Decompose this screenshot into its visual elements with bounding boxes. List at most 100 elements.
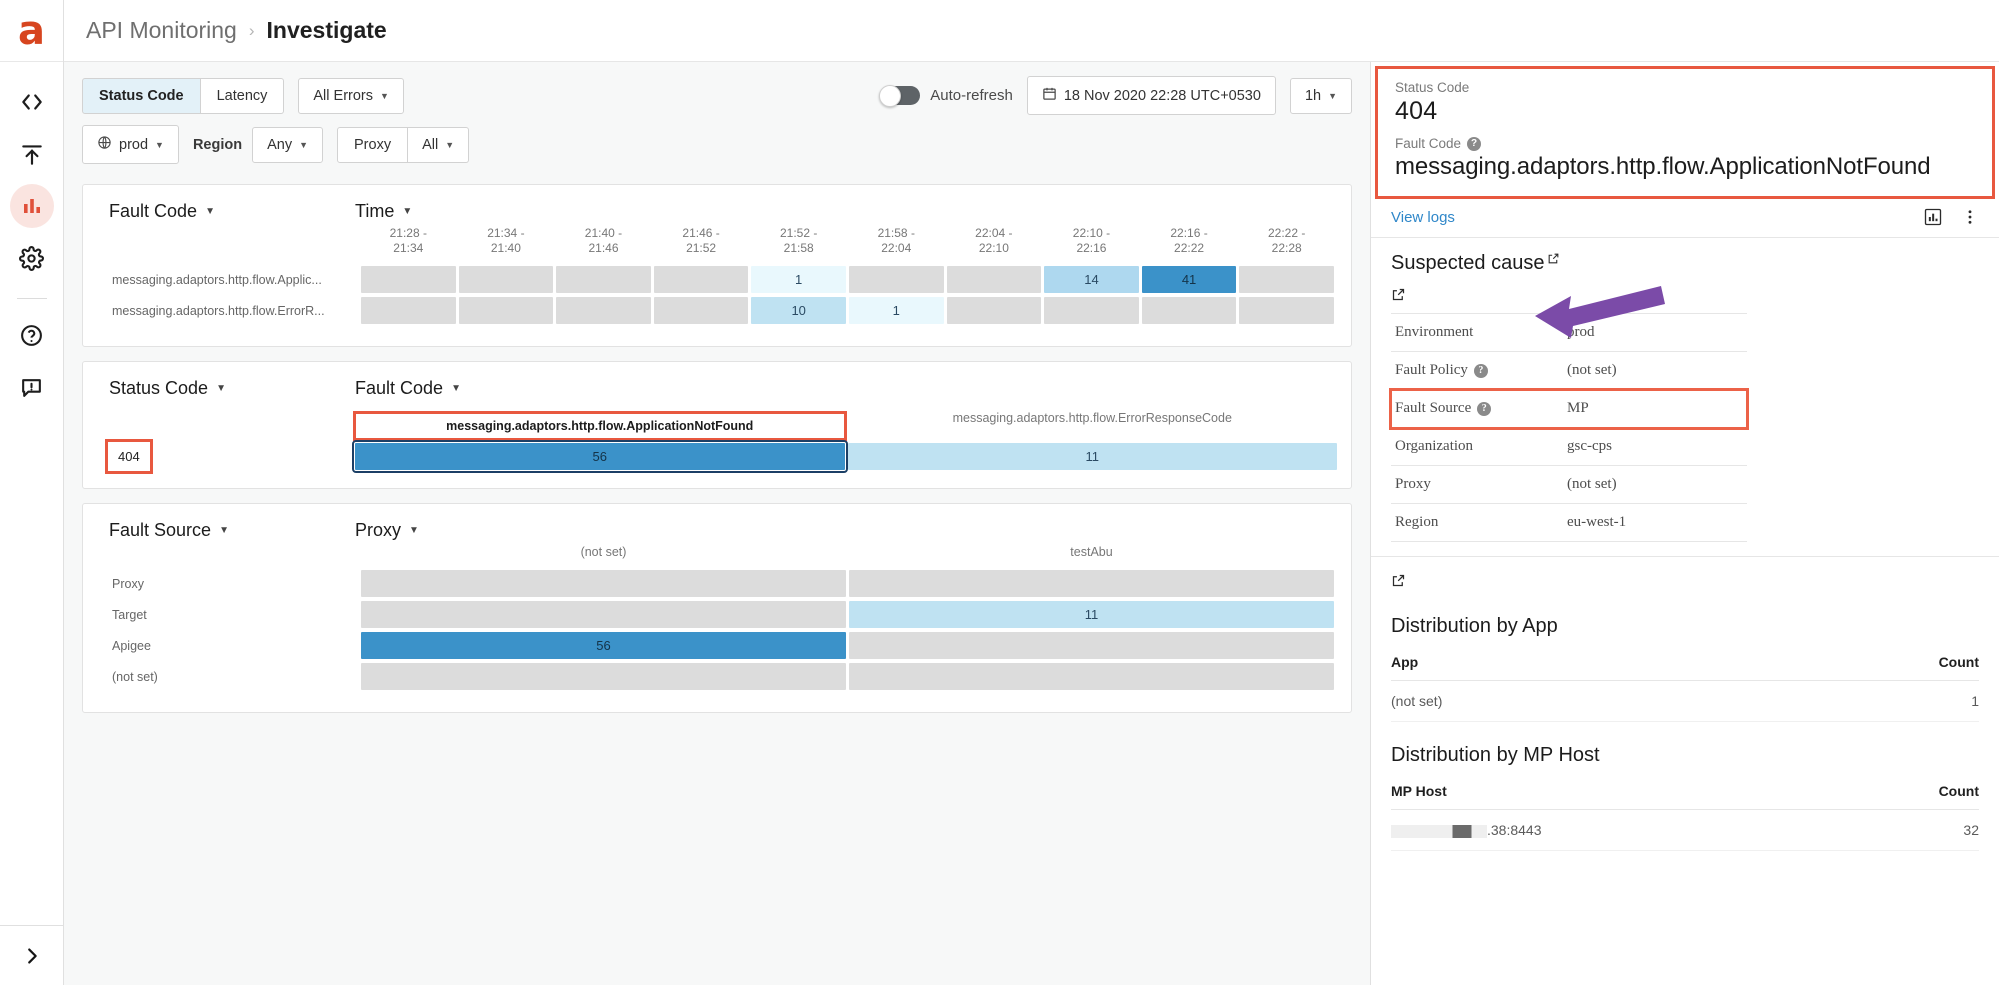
all-errors-dropdown[interactable]: All Errors ▼ (298, 77, 404, 114)
heatmap-cell[interactable] (946, 297, 1042, 324)
time-bucket-header: 22:04 -22:10 (975, 226, 1013, 255)
gear-icon[interactable] (10, 236, 54, 280)
attribute-row: Proxy (not set) (1391, 465, 1747, 504)
heatmap-cell[interactable] (848, 266, 944, 293)
heatmap-cell[interactable] (361, 570, 846, 597)
detail-fault-code-value: messaging.adaptors.http.flow.Application… (1395, 153, 1931, 180)
fault-source-dimension-dropdown[interactable]: Fault Source ▼ (109, 520, 229, 541)
analyze-icon[interactable] (9, 184, 54, 228)
heatmap-cell[interactable] (849, 632, 1334, 659)
table-header-row: App Count (1391, 648, 1979, 681)
attribute-row: Environment prod (1391, 313, 1747, 352)
tab-status-code[interactable]: Status Code (82, 77, 201, 114)
attrs-external-link[interactable] (1391, 287, 1979, 307)
apigee-logo[interactable]: a (0, 0, 63, 62)
heatmap-cell[interactable] (653, 266, 749, 293)
body-area: Status Code Latency All Errors ▼ Auto-re… (64, 62, 1999, 985)
feedback-icon[interactable] (10, 365, 54, 409)
heatmap-cell[interactable] (361, 266, 456, 293)
view-logs-link[interactable]: View logs (1391, 209, 1455, 226)
distribution-by-app-table: App Count (not set) 1 (1391, 648, 1979, 722)
col-count: Count (1719, 648, 1979, 681)
duration-dropdown[interactable]: 1h ▼ (1289, 77, 1352, 114)
fault-code-dimension-dropdown[interactable]: Fault Code ▼ (109, 201, 215, 222)
auto-refresh-control[interactable]: Auto-refresh (879, 84, 1013, 107)
region-dropdown[interactable]: Any ▼ (252, 126, 324, 163)
col-count: Count (1854, 777, 1979, 810)
attribute-value: gsc-cps (1563, 427, 1747, 466)
chevron-down-icon: ▼ (216, 383, 226, 394)
heatmap-cell[interactable] (849, 663, 1334, 690)
heatmap-cell[interactable]: 56 (361, 632, 846, 659)
heatmap-cell[interactable] (946, 266, 1042, 293)
proxy-dimension-dropdown[interactable]: Proxy ▼ (355, 520, 419, 541)
heatmap-cell[interactable] (556, 297, 651, 324)
dist-external-link-icon[interactable] (1391, 573, 1979, 593)
expand-sidebar-button[interactable] (0, 925, 64, 985)
table-row[interactable]: .38:8443 32 (1391, 809, 1979, 851)
fault-code-bar-cell[interactable]: 56 (352, 440, 848, 473)
dimension-label: Fault Code (109, 201, 198, 221)
time-dimension-dropdown[interactable]: Time ▼ (355, 201, 412, 222)
heatmap-cell[interactable] (1239, 266, 1334, 293)
center-panel: Status Code Latency All Errors ▼ Auto-re… (64, 62, 1371, 985)
external-link-icon[interactable] (1547, 252, 1560, 268)
heatmap-cell[interactable] (556, 266, 651, 293)
heatmap-cell[interactable] (361, 663, 846, 690)
help-icon[interactable] (10, 313, 54, 357)
date-range-label: 18 Nov 2020 22:28 UTC+0530 (1063, 87, 1261, 104)
heatmap-cell[interactable]: 11 (849, 601, 1334, 628)
fault-code-dimension-dropdown[interactable]: Fault Code ▼ (355, 378, 461, 399)
heatmap-row-label: Proxy (112, 576, 144, 591)
proxy-dropdown[interactable]: All ▼ (408, 126, 470, 163)
status-code-dimension-dropdown[interactable]: Status Code ▼ (109, 378, 226, 399)
heatmap-cell[interactable] (361, 601, 846, 628)
globe-icon (97, 135, 112, 154)
heatmap-cell[interactable]: 10 (751, 297, 846, 324)
develop-icon[interactable] (10, 80, 54, 124)
app-name: (not set) (1391, 680, 1720, 722)
attribute-value: prod (1563, 313, 1747, 352)
heatmap-cell[interactable] (458, 266, 554, 293)
table-row[interactable]: (not set) 1 (1391, 680, 1979, 722)
help-icon[interactable]: ? (1473, 364, 1488, 378)
auto-refresh-label: Auto-refresh (930, 87, 1013, 104)
help-icon[interactable]: ? (1467, 136, 1482, 151)
heatmap-cell[interactable]: 1 (751, 266, 846, 293)
card2-col-label-row: messaging.adaptors.http.flow.Application… (97, 411, 1337, 441)
heatmap-cell[interactable] (458, 297, 554, 324)
publish-icon[interactable] (10, 132, 54, 176)
heatmap-cell[interactable]: 1 (848, 297, 944, 324)
card2-data-row: 404 56 11 (97, 439, 1337, 474)
filter-row-2: prod ▼ Region Any ▼ Proxy All ▼ (82, 125, 1352, 164)
heatmap-cell[interactable] (361, 297, 456, 324)
mp-host-name: .38:8443 (1391, 809, 1855, 851)
toggle-knob (879, 84, 902, 107)
proxy-label-button[interactable]: Proxy (337, 126, 409, 163)
proxy-column-header: testAbu (1070, 545, 1113, 559)
heatmap-cell[interactable]: 41 (1141, 266, 1237, 293)
auto-refresh-toggle[interactable] (879, 84, 921, 107)
heatmap-cell[interactable] (849, 570, 1334, 597)
environment-dropdown[interactable]: prod ▼ (82, 125, 179, 164)
heatmap-cell[interactable] (1044, 297, 1139, 324)
date-range-picker[interactable]: 18 Nov 2020 22:28 UTC+0530 (1026, 76, 1276, 115)
card1-headers: Fault Code ▼ Time ▼ (97, 201, 1337, 222)
attribute-key: Fault Policy? (1391, 351, 1563, 390)
heatmap-cell[interactable] (1239, 297, 1334, 324)
bar-chart-icon[interactable] (1923, 207, 1943, 227)
help-icon[interactable]: ? (1477, 402, 1492, 416)
heatmap-cell[interactable] (653, 297, 749, 324)
page-title: Investigate (266, 17, 387, 43)
card2-row-label: 404 (97, 439, 355, 474)
status-code-404-chip[interactable]: 404 (105, 439, 153, 474)
breadcrumb-parent[interactable]: API Monitoring (86, 17, 237, 44)
fault-code-bar-cell[interactable]: 11 (847, 443, 1337, 470)
heatmap-row: messaging.adaptors.http.flow.Applic... 1 1… (100, 266, 1334, 293)
kebab-menu-icon[interactable] (1961, 207, 1979, 227)
time-bucket-header: 21:28 -21:34 (389, 226, 427, 255)
heatmap-cell[interactable] (1141, 297, 1237, 324)
heatmap-cell[interactable]: 14 (1044, 266, 1139, 293)
detail-panel: Status Code 404 Fault Code ? messaging.a… (1371, 62, 1999, 985)
tab-latency[interactable]: Latency (200, 77, 285, 114)
